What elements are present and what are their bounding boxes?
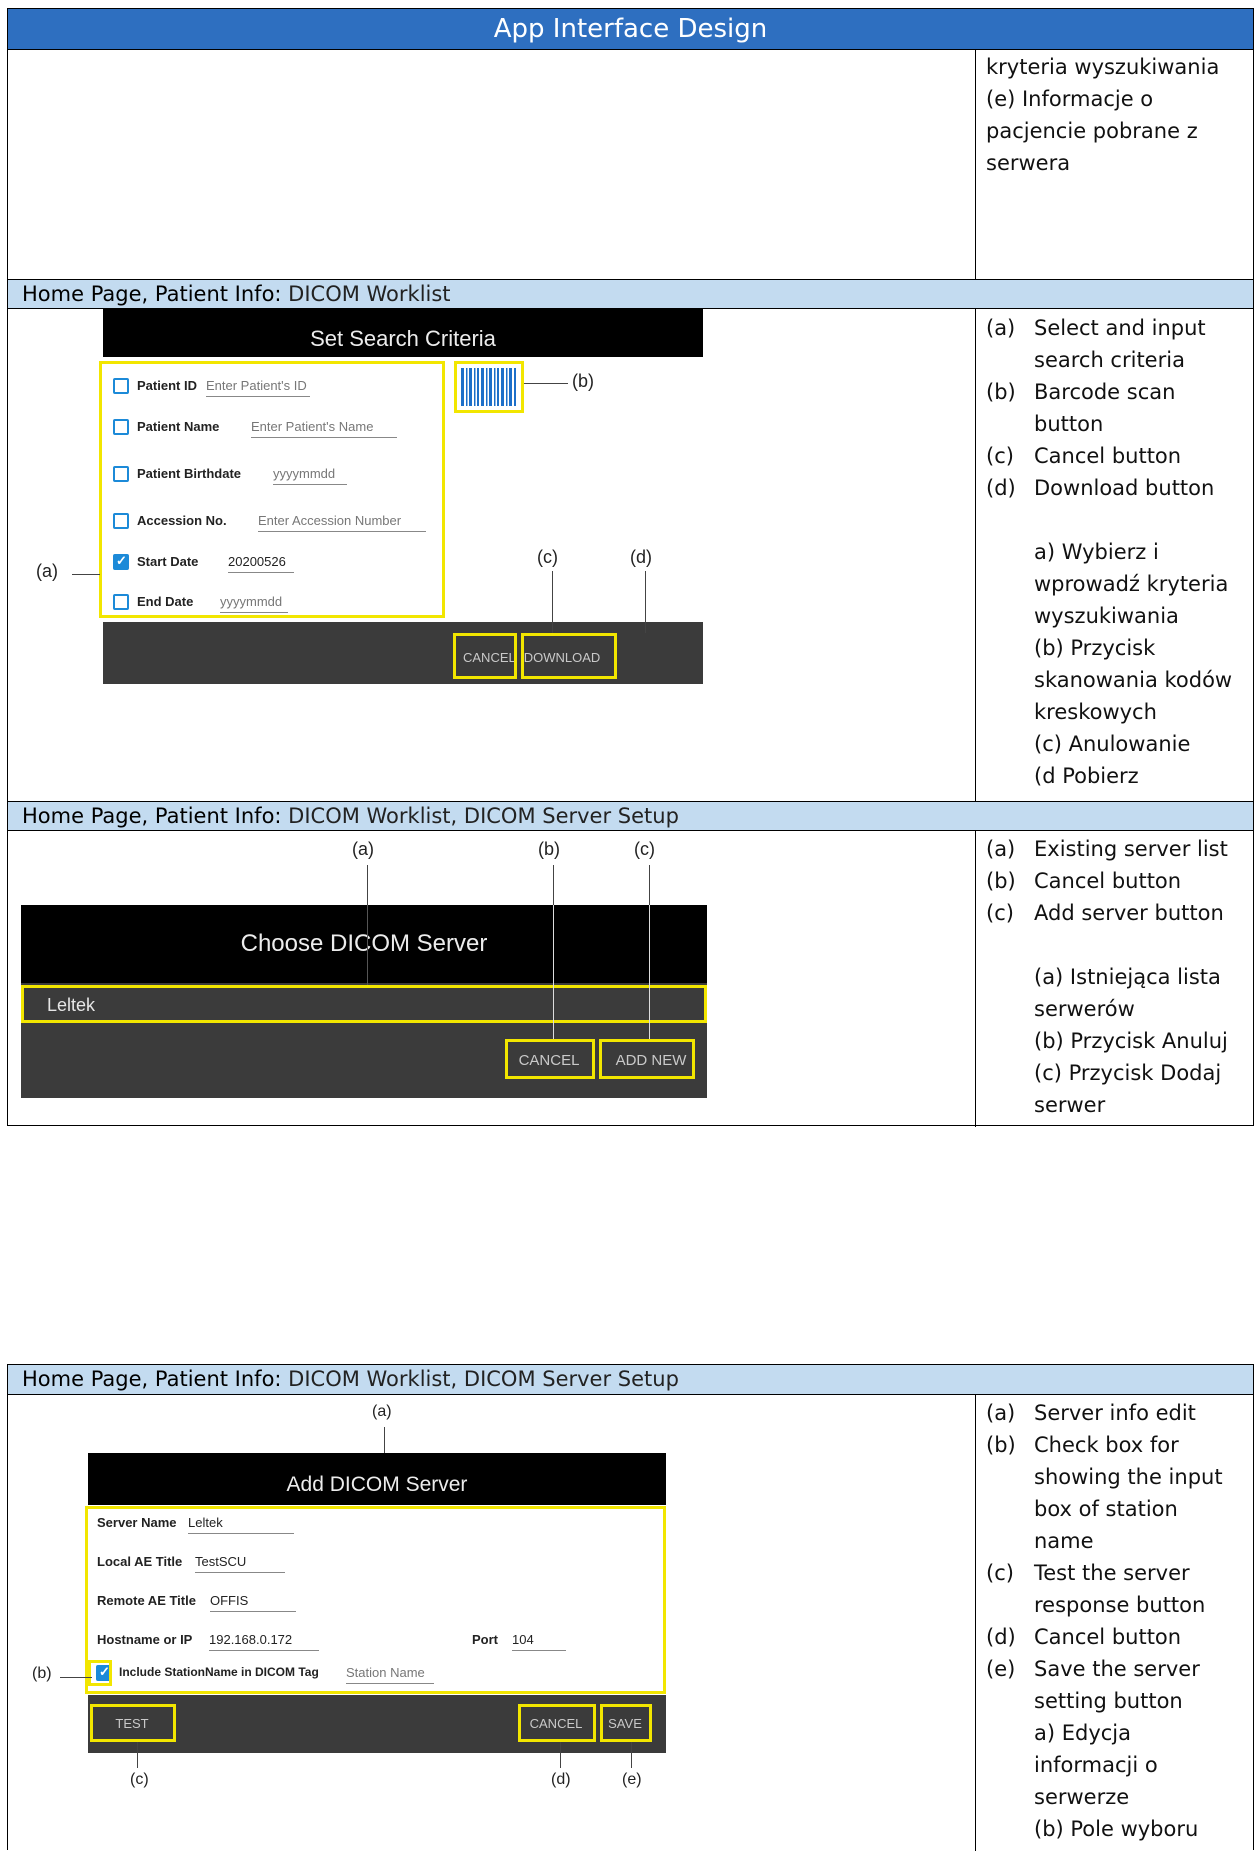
highlight-a xyxy=(85,1506,666,1694)
top-cell-text: kryteria wyszukiwania (e) Informacje o p… xyxy=(986,55,1220,175)
choose-description: (a) Existing server list (b) Cancel button… xyxy=(986,837,1228,1117)
add-server-screenshot: Add DICOM Server Server Name Leltek Loca… xyxy=(85,1453,666,1753)
highlight-c xyxy=(453,633,517,679)
search-description: (a) Select and input search criteria (b) B… xyxy=(986,316,1233,788)
callout-b: (b) xyxy=(32,1665,52,1682)
highlight-b xyxy=(454,361,524,413)
callout-a: (a) xyxy=(372,1403,392,1420)
highlight-b xyxy=(505,1039,595,1079)
highlight-b xyxy=(88,1660,112,1686)
section-header-worklist: Home Page, Patient Info: DICOM Worklist xyxy=(8,279,1253,309)
callout-c: (c) xyxy=(634,839,655,859)
choose-server-screenshot: Choose DICOM Server Leltek CANCEL ADD NE… xyxy=(21,905,707,1098)
choose-dialog-title: Choose DICOM Server xyxy=(21,905,707,983)
highlight-a xyxy=(99,361,445,618)
callout-a: (a) xyxy=(36,561,58,581)
callout-c: (c) xyxy=(537,547,558,567)
highlight-d xyxy=(521,633,617,679)
search-criteria-screenshot: Set Search Criteria Patient ID Enter Pat… xyxy=(99,309,703,684)
callout-a: (a) xyxy=(352,839,374,859)
callout-e: (e) xyxy=(622,1771,642,1788)
section-header-server-setup: Home Page, Patient Info: DICOM Worklist,… xyxy=(8,801,1253,831)
callout-d: (d) xyxy=(630,547,652,567)
callout-c: (c) xyxy=(130,1771,149,1788)
highlight-c xyxy=(90,1704,176,1742)
add-description: (a) Server info edit (b) Check box for sho… xyxy=(986,1401,1223,1841)
spec-table-1: App Interface Design kryteria wyszukiwan… xyxy=(7,8,1254,1127)
table-header: App Interface Design xyxy=(8,9,1253,50)
highlight-d xyxy=(518,1704,596,1742)
highlight-a xyxy=(21,985,707,1023)
spec-table-2: Home Page, Patient Info: DICOM Worklist,… xyxy=(7,1364,1254,1851)
add-dialog-title: Add DICOM Server xyxy=(88,1453,666,1505)
section-header-add-server: Home Page, Patient Info: DICOM Worklist,… xyxy=(8,1365,1253,1395)
callout-d: (d) xyxy=(551,1771,571,1788)
highlight-c xyxy=(599,1039,695,1079)
search-dialog-title: Set Search Criteria xyxy=(103,309,703,357)
highlight-e xyxy=(600,1704,652,1742)
callout-b: (b) xyxy=(538,839,560,859)
callout-b: (b) xyxy=(572,371,594,391)
